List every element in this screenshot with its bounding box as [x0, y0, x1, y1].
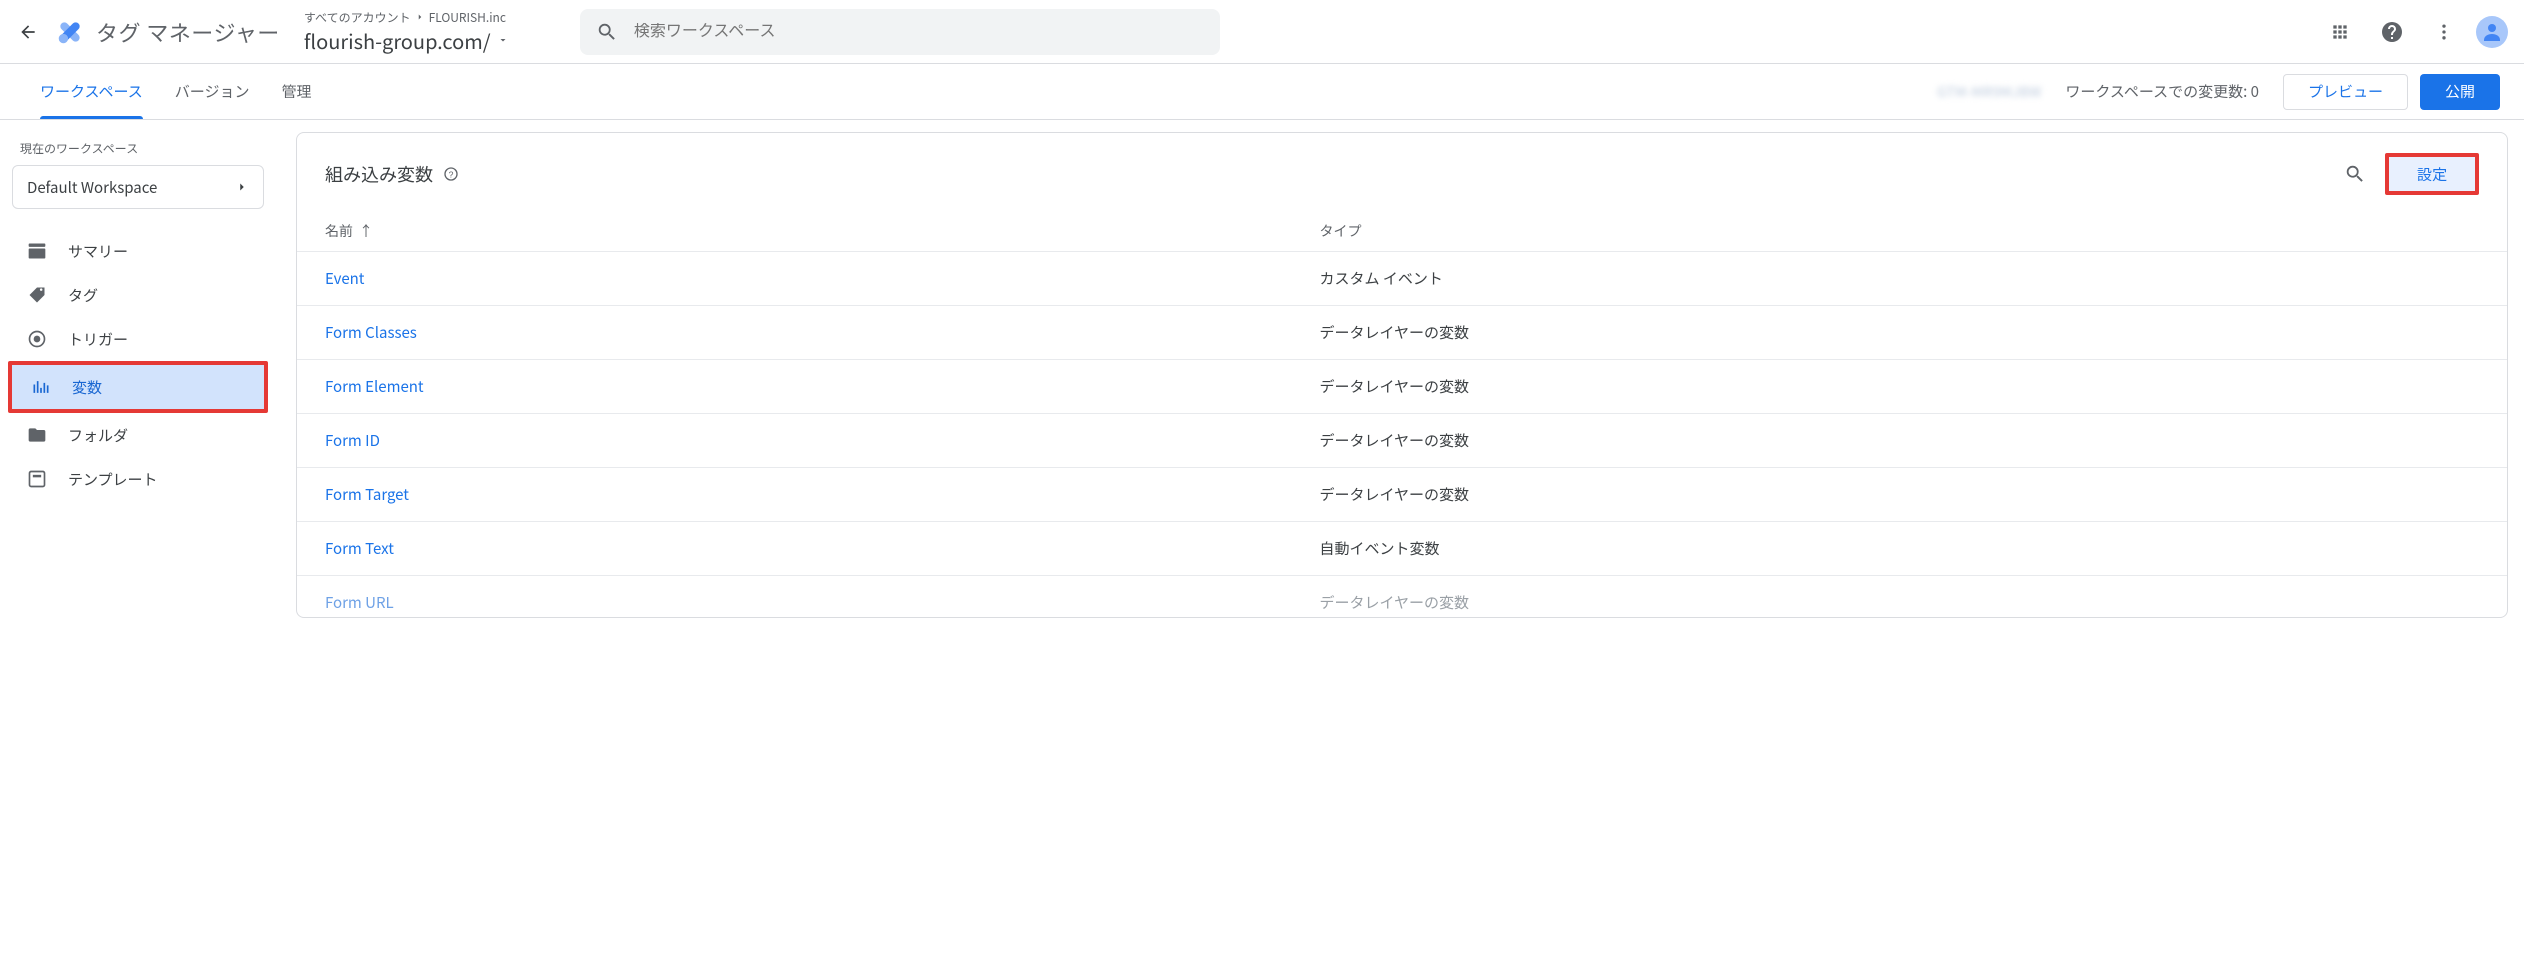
- search-icon: [596, 21, 618, 43]
- svg-text:?: ?: [449, 169, 454, 179]
- variable-name-link[interactable]: Form Element: [325, 376, 424, 397]
- target-icon: [26, 328, 48, 350]
- workspace-label: 現在のワークスペース: [8, 136, 268, 165]
- account-container-picker[interactable]: すべてのアカウント FLOURISH.inc flourish-group.co…: [304, 9, 564, 55]
- table-row[interactable]: Form URL データレイヤーの変数: [297, 576, 2507, 618]
- variable-icon: [30, 376, 52, 398]
- variable-type: データレイヤーの変数: [1292, 414, 2508, 468]
- variable-name-link[interactable]: Form ID: [325, 430, 380, 451]
- main-panel: 組み込み変数 ? 設定 名前↑ タイプ Eventカスタム イベントForm C…: [280, 120, 2524, 974]
- variable-name-link[interactable]: Event: [325, 268, 364, 289]
- breadcrumb: すべてのアカウント FLOURISH.inc: [304, 9, 564, 26]
- table-row[interactable]: Event カスタム イベント: [297, 252, 2507, 306]
- caret-down-icon: [497, 34, 509, 46]
- help-outline-icon[interactable]: ?: [443, 166, 459, 182]
- help-button[interactable]: [2372, 12, 2412, 52]
- sidebar-item-triggers[interactable]: トリガー: [8, 317, 268, 361]
- search-icon: [2344, 163, 2366, 185]
- sidebar-item-label: サマリー: [68, 241, 128, 262]
- sidebar-item-label: 変数: [72, 377, 102, 398]
- workspace-changes-count[interactable]: ワークスペースでの変更数: 0: [2065, 81, 2259, 102]
- workspace-selector[interactable]: Default Workspace: [12, 165, 264, 209]
- variable-type: データレイヤーの変数: [1292, 306, 2508, 360]
- apps-icon: [2330, 22, 2350, 42]
- avatar[interactable]: [2476, 16, 2508, 48]
- tag-icon: [26, 284, 48, 306]
- col-type[interactable]: タイプ: [1292, 211, 2508, 252]
- sidebar-item-summary[interactable]: サマリー: [8, 229, 268, 273]
- table-row[interactable]: Form Element データレイヤーの変数: [297, 360, 2507, 414]
- header-actions: [2320, 12, 2508, 52]
- preview-button[interactable]: プレビュー: [2283, 74, 2408, 110]
- sort-asc-icon: ↑: [359, 221, 373, 241]
- table-row[interactable]: Form Text 自動イベント変数: [297, 522, 2507, 576]
- variable-name-link[interactable]: Form Classes: [325, 322, 417, 343]
- variable-type: 自動イベント変数: [1292, 522, 2508, 576]
- gtm-logo-icon: [52, 14, 88, 50]
- workspace-tabs: ワークスペース バージョン 管理 GTM-MR9MJBW ワークスペースでの変更…: [0, 64, 2524, 120]
- variable-type: データレイヤーの変数: [1292, 468, 2508, 522]
- tab-admin[interactable]: 管理: [265, 64, 327, 119]
- sidebar-item-label: タグ: [68, 285, 98, 306]
- variable-name-link[interactable]: Form Text: [325, 538, 394, 559]
- variable-type: データレイヤーの変数: [1292, 360, 2508, 414]
- card-title: 組み込み変数: [325, 161, 433, 187]
- tab-versions[interactable]: バージョン: [159, 64, 266, 119]
- gtm-id[interactable]: GTM-MR9MJBW: [1937, 82, 2041, 102]
- folder-icon: [26, 424, 48, 446]
- product-name: タグ マネージャー: [96, 16, 280, 48]
- configure-button[interactable]: 設定: [2385, 153, 2479, 195]
- table-row[interactable]: Form ID データレイヤーの変数: [297, 414, 2507, 468]
- sidebar-item-templates[interactable]: テンプレート: [8, 457, 268, 501]
- sidebar-item-label: トリガー: [68, 329, 128, 350]
- sidebar-item-folders[interactable]: フォルダ: [8, 413, 268, 457]
- search-input[interactable]: [634, 23, 1204, 41]
- template-icon: [26, 468, 48, 490]
- col-name[interactable]: 名前↑: [297, 211, 1292, 252]
- sidebar: 現在のワークスペース Default Workspace サマリー タグ トリガ…: [0, 120, 280, 974]
- tab-workspace[interactable]: ワークスペース: [24, 64, 159, 119]
- apps-button[interactable]: [2320, 12, 2360, 52]
- variable-name-link[interactable]: Form Target: [325, 484, 409, 505]
- card-search-button[interactable]: [2335, 154, 2375, 194]
- table-row[interactable]: Form Target データレイヤーの変数: [297, 468, 2507, 522]
- more-button[interactable]: [2424, 12, 2464, 52]
- dashboard-icon: [26, 240, 48, 262]
- chevron-right-icon: [415, 12, 425, 22]
- variable-type: データレイヤーの変数: [1292, 576, 2508, 618]
- builtin-variables-card: 組み込み変数 ? 設定 名前↑ タイプ Eventカスタム イベントForm C…: [296, 132, 2508, 618]
- more-vert-icon: [2434, 22, 2454, 42]
- sidebar-item-tags[interactable]: タグ: [8, 273, 268, 317]
- search-box[interactable]: [580, 9, 1220, 55]
- table-row[interactable]: Form Classes データレイヤーの変数: [297, 306, 2507, 360]
- arrow-left-icon: [18, 22, 38, 42]
- container-name: flourish-group.com/: [304, 26, 491, 55]
- builtin-variables-table: 名前↑ タイプ Event カスタム イベント Form Classes データレイヤ…: [297, 211, 2507, 617]
- publish-button[interactable]: 公開: [2420, 74, 2500, 110]
- user-icon: [2480, 20, 2504, 44]
- variable-name-link[interactable]: Form URL: [325, 592, 394, 613]
- variable-type: カスタム イベント: [1292, 252, 2508, 306]
- chevron-right-icon: [235, 180, 249, 194]
- sidebar-item-label: フォルダ: [68, 425, 128, 446]
- sidebar-item-label: テンプレート: [68, 469, 158, 490]
- sidebar-item-variables[interactable]: 変数: [12, 365, 264, 409]
- workspace-name: Default Workspace: [27, 177, 157, 198]
- breadcrumb-accounts: すべてのアカウント: [304, 9, 411, 26]
- breadcrumb-account: FLOURISH.inc: [429, 9, 506, 26]
- app-header: タグ マネージャー すべてのアカウント FLOURISH.inc flouris…: [0, 0, 2524, 64]
- help-icon: [2380, 20, 2404, 44]
- back-button[interactable]: [8, 12, 48, 52]
